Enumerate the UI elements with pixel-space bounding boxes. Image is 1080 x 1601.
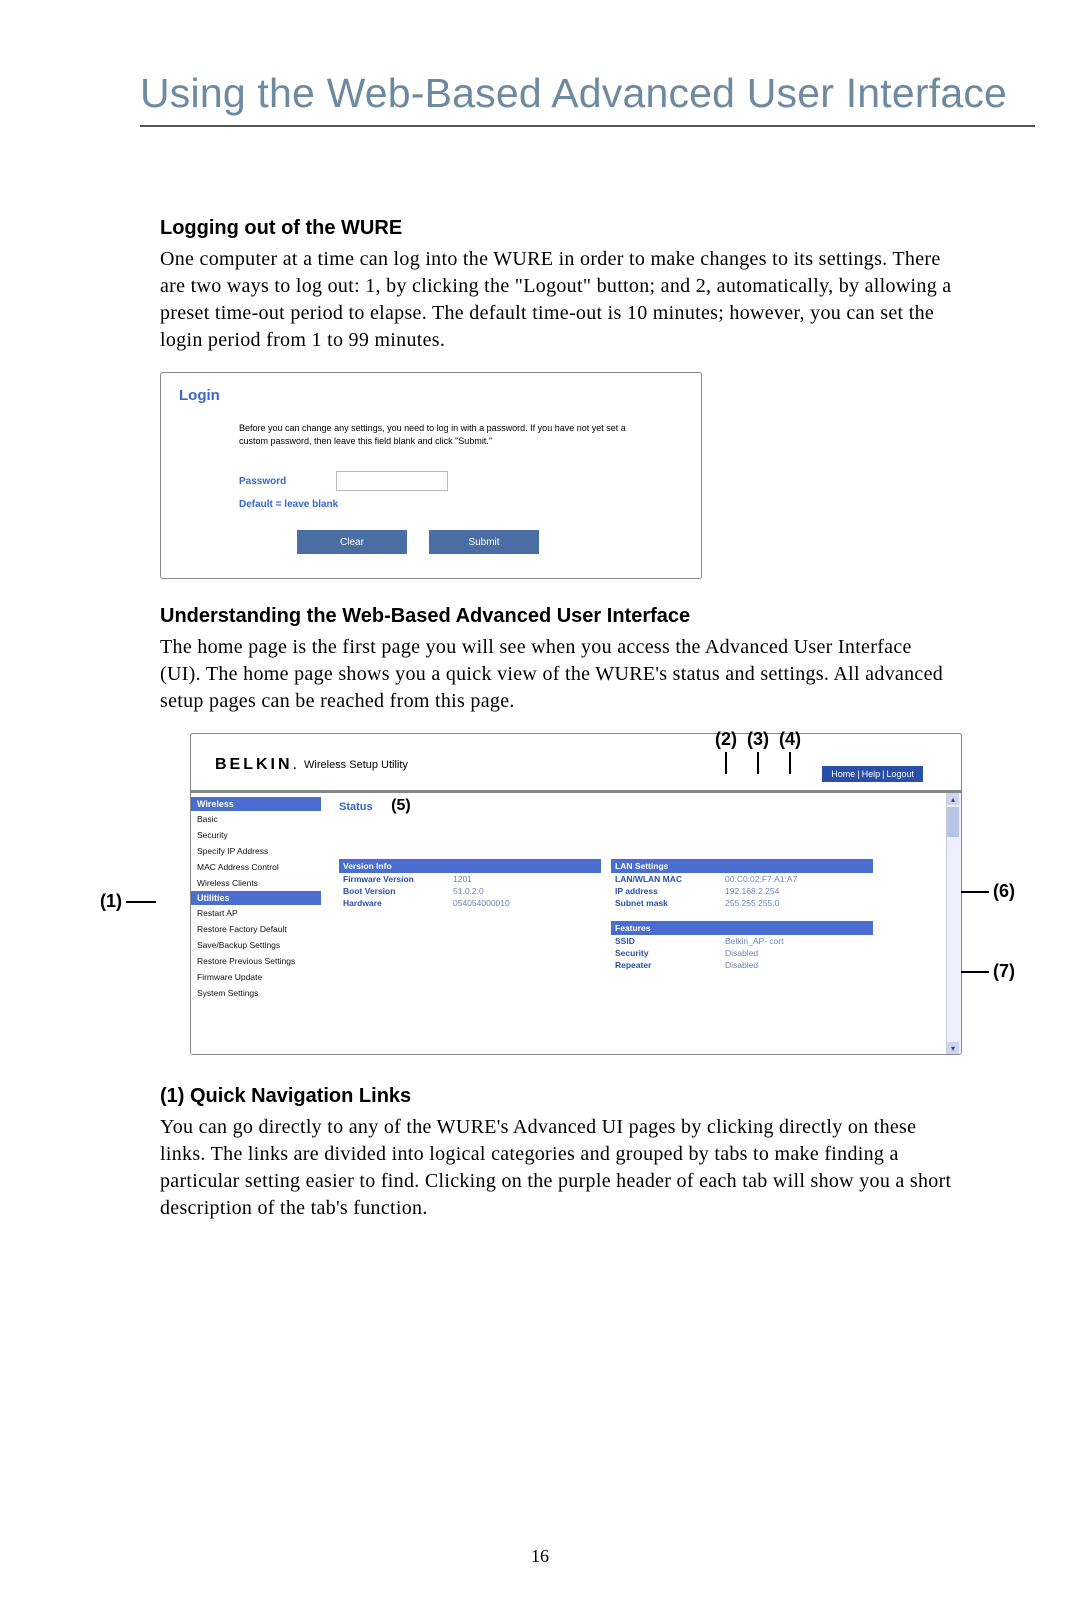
scrollbar[interactable]: ▴ ▾ — [946, 793, 961, 1054]
nav-help[interactable]: Help — [862, 769, 881, 779]
top-nav-links: Home|Help|Logout — [822, 766, 923, 782]
section-heading-quicknav: (1) Quick Navigation Links — [160, 1085, 955, 1108]
annotation-top-group: (2) (3) (4) — [715, 729, 801, 774]
nav-home[interactable]: Home — [831, 769, 855, 779]
sidebar-item-system-settings[interactable]: System Settings — [191, 985, 321, 1001]
panel-lan-settings: LAN Settings LAN/WLAN MAC00:C0:02:F7:A1:… — [611, 859, 873, 909]
sidebar-item-restore-default[interactable]: Restore Factory Default — [191, 921, 321, 937]
section-heading-understanding: Understanding the Web-Based Advanced Use… — [160, 605, 955, 628]
annotation-6: (6) — [959, 881, 1015, 902]
annotation-7: (7) — [959, 961, 1015, 982]
sidebar-item-basic[interactable]: Basic — [191, 811, 321, 827]
sidebar-item-restore-previous[interactable]: Restore Previous Settings — [191, 953, 321, 969]
panel-features: Features SSIDBelkin_AP- cort SecurityDis… — [611, 921, 873, 971]
section-body-understanding: The home page is the first page you will… — [160, 634, 955, 715]
status-label: Status — [339, 801, 373, 813]
sidebar-item-firmware-update[interactable]: Firmware Update — [191, 969, 321, 985]
annotation-2: (2) — [715, 729, 737, 750]
submit-button[interactable]: Submit — [429, 530, 539, 554]
clear-button[interactable]: Clear — [297, 530, 407, 554]
login-screenshot: Login Before you can change any settings… — [160, 372, 702, 579]
password-input[interactable] — [336, 471, 448, 491]
panel-heading-lan: LAN Settings — [611, 859, 873, 873]
scrollbar-up-icon[interactable]: ▴ — [947, 793, 959, 805]
home-page-screenshot: BELKIN. Wireless Setup Utility Home|Help… — [190, 733, 962, 1055]
page-title: Using the Web-Based Advanced User Interf… — [140, 60, 1035, 127]
brand-name: BELKIN. — [215, 756, 300, 774]
sidebar-item-wireless-clients[interactable]: Wireless Clients — [191, 875, 321, 891]
section-heading-logout: Logging out of the WURE — [160, 217, 955, 240]
panel-heading-features: Features — [611, 921, 873, 935]
password-label: Password — [239, 476, 286, 487]
sidebar-head-utilities[interactable]: Utilities — [191, 891, 321, 905]
sidebar-item-restart[interactable]: Restart AP — [191, 905, 321, 921]
sidebar: Wireless Basic Security Specify IP Addre… — [191, 793, 321, 1054]
annotation-5: (5) — [391, 797, 411, 814]
nav-logout[interactable]: Logout — [886, 769, 914, 779]
page-number: 16 — [0, 1546, 1080, 1567]
annotation-1: (1) — [100, 891, 156, 912]
sidebar-item-security[interactable]: Security — [191, 827, 321, 843]
sidebar-head-wireless[interactable]: Wireless — [191, 797, 321, 811]
section-body-logout: One computer at a time can log into the … — [160, 246, 955, 354]
login-heading: Login — [179, 387, 683, 404]
section-body-quicknav: You can go directly to any of the WURE's… — [160, 1114, 955, 1222]
scrollbar-thumb[interactable] — [947, 807, 959, 837]
annotation-3: (3) — [747, 729, 769, 750]
panel-heading-version: Version Info — [339, 859, 601, 873]
login-instructions: Before you can change any settings, you … — [239, 422, 639, 447]
annotation-4: (4) — [779, 729, 801, 750]
panel-version-info: Version Info Firmware Version1201 Boot V… — [339, 859, 601, 971]
brand-sub: Wireless Setup Utility — [304, 759, 408, 771]
scrollbar-down-icon[interactable]: ▾ — [947, 1042, 959, 1054]
sidebar-item-save-backup[interactable]: Save/Backup Settings — [191, 937, 321, 953]
sidebar-item-mac-control[interactable]: MAC Address Control — [191, 859, 321, 875]
password-default-hint: Default = leave blank — [239, 499, 683, 510]
sidebar-item-specify-ip[interactable]: Specify IP Address — [191, 843, 321, 859]
